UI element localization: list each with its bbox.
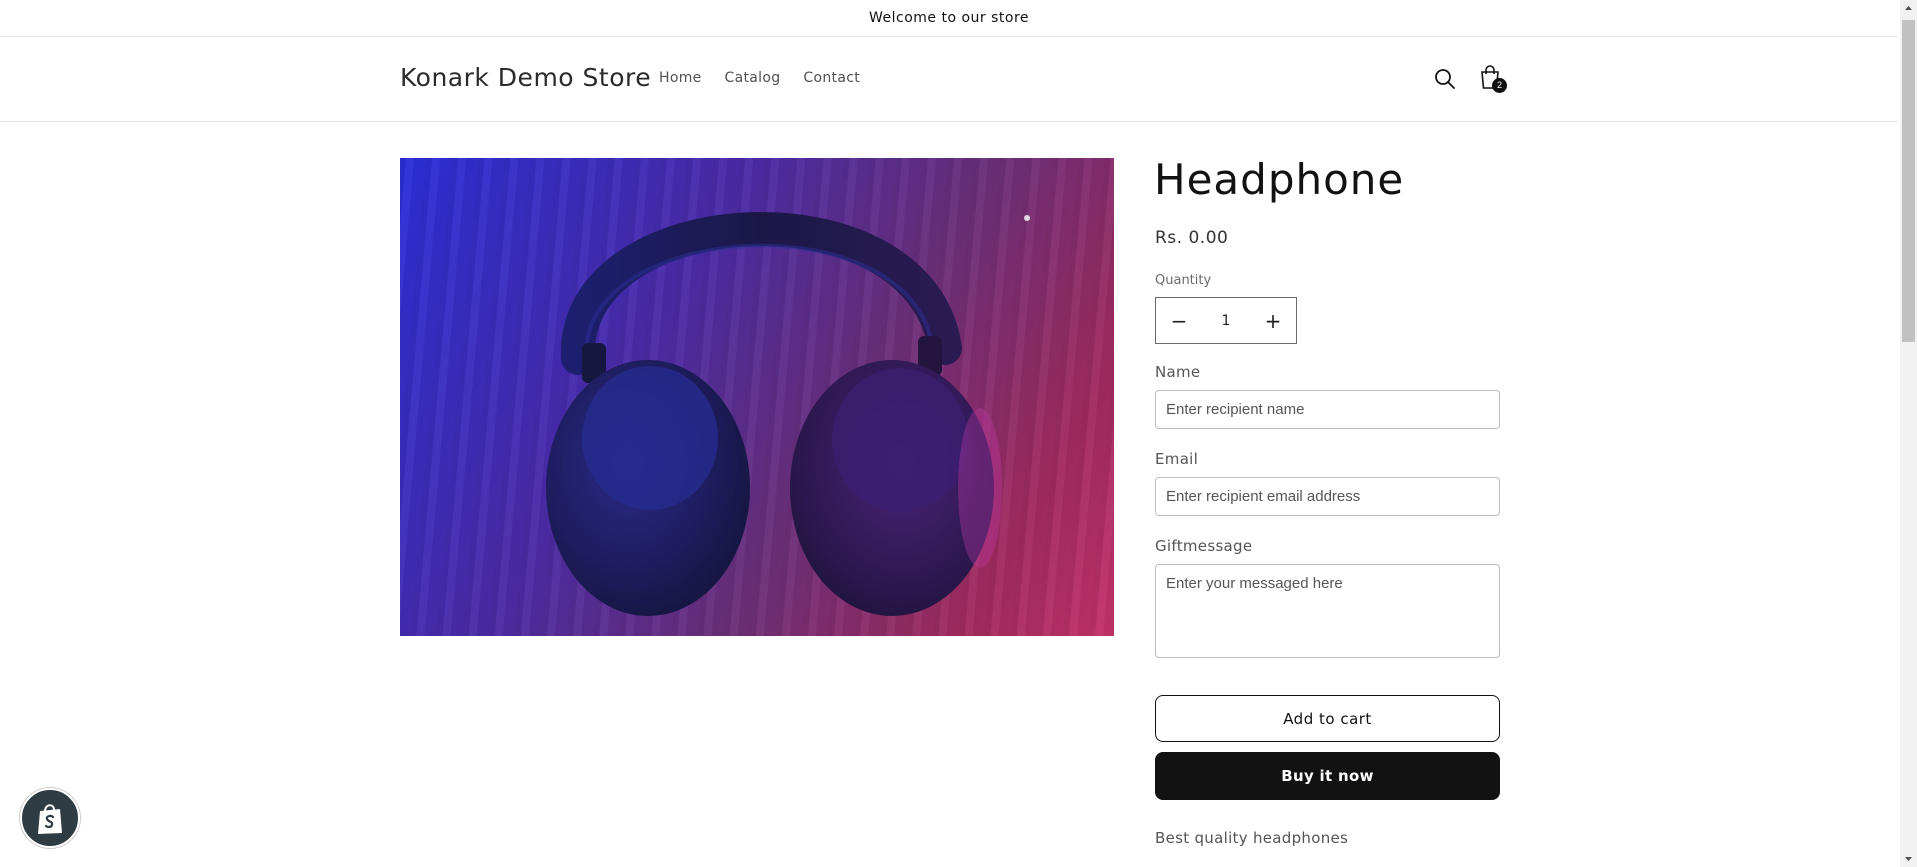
page-scrollbar[interactable] (1900, 0, 1917, 867)
store-logo-link[interactable]: Konark Demo Store (400, 63, 651, 92)
announcement-bar: Welcome to our store (0, 0, 1898, 37)
search-icon[interactable] (1433, 67, 1457, 91)
cart-count-badge: 2 (1492, 78, 1507, 93)
cart-icon[interactable]: 2 (1478, 64, 1508, 94)
product-image[interactable] (400, 158, 1114, 636)
email-label: Email (1155, 450, 1199, 468)
site-header: Konark Demo Store Home Catalog Contact 2 (0, 37, 1898, 122)
scroll-up-arrow-icon[interactable] (1900, 0, 1917, 17)
scroll-down-arrow-icon[interactable] (1900, 850, 1917, 867)
quantity-stepper: − + (1155, 297, 1297, 344)
nav-contact[interactable]: Contact (803, 70, 860, 86)
product-description: Best quality headphones (1155, 829, 1349, 847)
main-nav: Home Catalog Contact (659, 70, 883, 86)
quantity-decrease-button[interactable]: − (1156, 298, 1202, 343)
recipient-email-field[interactable] (1155, 477, 1500, 516)
shopify-bag-icon[interactable] (20, 788, 80, 848)
quantity-input[interactable] (1202, 298, 1250, 343)
product-price: Rs. 0.00 (1155, 228, 1229, 248)
product-title: Headphone (1154, 155, 1405, 204)
nav-catalog[interactable]: Catalog (725, 70, 781, 86)
name-label: Name (1155, 363, 1201, 381)
headphones-illustration (546, 212, 1030, 616)
nav-home[interactable]: Home (659, 70, 702, 86)
gift-message-label: Giftmessage (1155, 537, 1253, 555)
buy-now-button[interactable]: Buy it now (1155, 752, 1500, 800)
quantity-label: Quantity (1155, 273, 1212, 288)
gift-message-field[interactable] (1155, 564, 1500, 658)
recipient-name-field[interactable] (1155, 390, 1500, 429)
quantity-increase-button[interactable]: + (1250, 298, 1296, 343)
add-to-cart-button[interactable]: Add to cart (1155, 695, 1500, 742)
announcement-text: Welcome to our store (868, 10, 1030, 26)
scrollbar-thumb[interactable] (1902, 20, 1915, 342)
